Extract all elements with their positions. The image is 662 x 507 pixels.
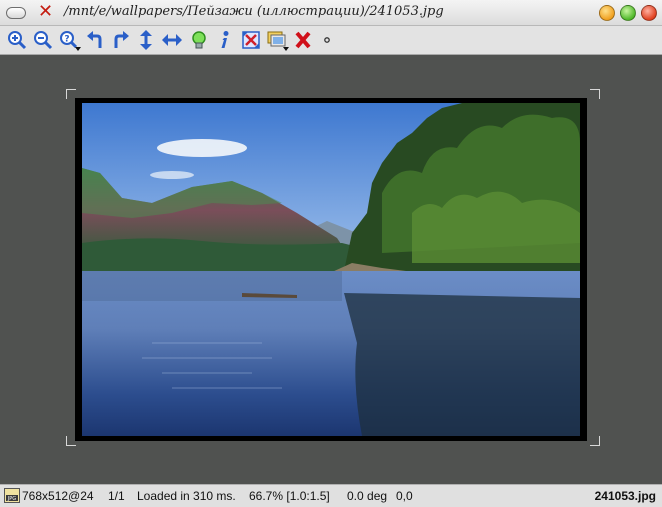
maximize-button[interactable] xyxy=(620,5,636,21)
rotation-angle: 0.0 deg xyxy=(347,489,388,503)
flip-horizontal-button[interactable] xyxy=(161,29,183,51)
corner-marker xyxy=(590,89,600,99)
chevron-down-icon xyxy=(75,47,81,51)
fit-window-button[interactable] xyxy=(240,29,262,51)
rotate-left-icon xyxy=(87,31,102,48)
status-bar: JPG 768x512@24 1/1 Loaded in 310 ms. 66.… xyxy=(0,484,662,507)
jpg-file-icon: JPG xyxy=(4,488,20,503)
close-app-icon[interactable]: ✕ xyxy=(38,2,53,22)
zoom-out-button[interactable] xyxy=(32,29,54,51)
red-x-icon xyxy=(295,31,311,49)
close-image-button[interactable] xyxy=(292,29,314,51)
file-name: 241053.jpg xyxy=(594,489,656,503)
rotate-left-button[interactable] xyxy=(84,29,106,51)
info-button[interactable] xyxy=(213,29,235,51)
image-dimensions: 768x512@24 xyxy=(22,489,94,503)
small-circle-icon xyxy=(324,37,330,43)
flip-vertical-button[interactable] xyxy=(135,29,157,51)
image-index: 1/1 xyxy=(108,489,125,503)
svg-text:?: ? xyxy=(64,35,69,45)
lightbulb-icon xyxy=(192,31,206,49)
window-title: /mnt/e/wallpapers/Пейзажи (иллюстрации)/… xyxy=(64,4,444,19)
zoom-in-icon xyxy=(8,31,27,50)
fit-window-icon xyxy=(242,31,260,49)
landscape-photo xyxy=(82,103,580,436)
toolbar: ? xyxy=(0,26,662,55)
svg-text:JPG: JPG xyxy=(7,496,16,502)
rotate-right-icon xyxy=(114,31,129,48)
zoom-out-icon xyxy=(34,31,53,50)
zoom-in-button[interactable] xyxy=(6,29,28,51)
horizontal-arrows-icon xyxy=(162,34,182,46)
vertical-arrows-icon xyxy=(140,30,152,50)
title-bar: ✕ /mnt/e/wallpapers/Пейзажи (иллюстрации… xyxy=(0,0,662,26)
options-button[interactable] xyxy=(316,29,338,51)
load-time: Loaded in 310 ms. xyxy=(137,489,236,503)
open-with-button[interactable] xyxy=(266,29,289,51)
zoom-level: 66.7% [1.0:1.5] xyxy=(249,489,330,503)
photo-frame xyxy=(75,98,587,441)
slideshow-button[interactable] xyxy=(188,29,210,51)
minimize-button[interactable] xyxy=(599,5,615,21)
corner-marker xyxy=(590,436,600,446)
zoom-menu-button[interactable]: ? xyxy=(58,29,81,51)
close-window-button[interactable] xyxy=(641,5,657,21)
cursor-position: 0,0 xyxy=(396,489,413,503)
info-icon xyxy=(221,31,229,48)
chevron-down-icon xyxy=(283,47,289,51)
window-menu-button[interactable] xyxy=(6,7,26,19)
image-canvas[interactable] xyxy=(0,55,662,484)
rotate-right-button[interactable] xyxy=(110,29,132,51)
